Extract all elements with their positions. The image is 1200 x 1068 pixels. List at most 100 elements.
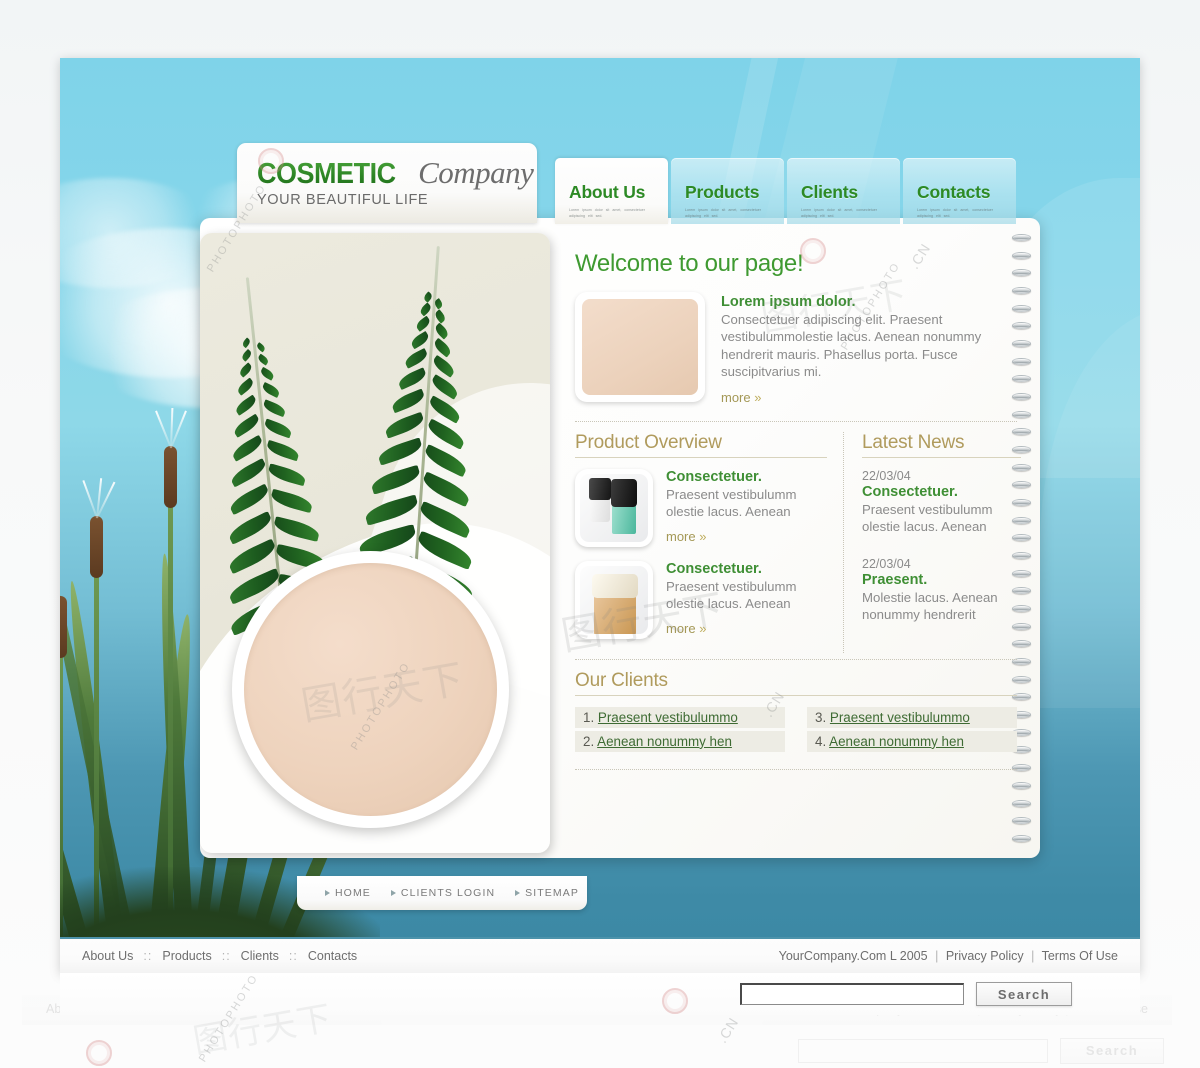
intro-lead: Lorem ipsum dolor. <box>721 294 856 310</box>
tab-label: About Us <box>569 182 646 202</box>
mini-nav-home[interactable]: HOME <box>325 887 371 899</box>
news-item[interactable]: 22/03/04 Praesent. Molestie lacus. Aenea… <box>862 557 1021 623</box>
product-text: Consectetuer. Praesent vestibulumm olest… <box>666 561 827 639</box>
more-label: more <box>666 621 696 636</box>
product-description: Praesent vestibulumm olestie lacus. Aene… <box>666 578 797 611</box>
search-input[interactable] <box>740 983 964 1005</box>
search-bar: Search <box>60 973 1140 1015</box>
main-navigation: About Us Lorem ipsum dolor sit amet, con… <box>555 158 1016 224</box>
section-divider <box>575 658 1017 660</box>
cream-tube-image <box>580 565 648 634</box>
intro-thumbnail-image <box>582 299 698 395</box>
mini-nav-clients-login[interactable]: CLIENTS LOGIN <box>390 887 496 899</box>
client-number: 3. <box>815 709 827 725</box>
watermark-ring <box>86 1040 112 1066</box>
intro-block: Lorem ipsum dolor. Consectetuer adipisci… <box>575 292 1027 407</box>
client-list-item[interactable]: 1. Praesent vestibulummo <box>575 706 785 728</box>
product-item[interactable]: Consectetuer. Praesent vestibulumm olest… <box>575 468 827 547</box>
footer-pipe: | <box>935 949 939 963</box>
news-description: Praesent vestibulumm olestie lacus. Aene… <box>862 501 993 534</box>
page-canvas: COSMETIC Company YOUR BEAUTIFUL LIFE Abo… <box>0 0 1200 1068</box>
news-description: Molestie lacus. Aenean nonummy hendrerit <box>862 590 998 623</box>
footer-link-about-us[interactable]: About Us <box>82 949 133 963</box>
footer-links: About Us :: Products :: Clients :: Conta… <box>82 949 357 963</box>
cream-product-circle <box>232 551 509 828</box>
client-link[interactable]: Praesent vestibulummo <box>598 710 738 725</box>
logo-primary-text: COSMETIC <box>257 158 396 190</box>
client-link[interactable]: Aenean nonummy hen <box>829 734 964 749</box>
tab-subtext: Lorem ipsum dolor sit amet, consectetuer… <box>917 208 993 218</box>
mini-nav-label: CLIENTS LOGIN <box>400 887 496 899</box>
mini-nav-label: HOME <box>335 887 371 899</box>
search-button[interactable]: Search <box>976 982 1072 1006</box>
triangle-bullet-icon <box>390 890 396 896</box>
ghost-search-bar: Search <box>0 1033 1200 1068</box>
nail-polish-image <box>580 473 648 542</box>
more-label: more <box>721 389 751 405</box>
tab-label: Clients <box>801 182 858 202</box>
ghost-search-button: Search <box>1060 1037 1164 1064</box>
product-title: Consectetuer. <box>666 560 762 577</box>
news-date: 22/03/04 <box>862 468 911 483</box>
tab-label: Products <box>685 182 760 202</box>
secondary-navigation: HOME CLIENTS LOGIN SITEMAP <box>297 876 587 910</box>
columns-wrapper: Product Overview Consectetuer. Praesent … <box>575 431 1027 653</box>
client-link[interactable]: Aenean nonummy hen <box>597 734 732 749</box>
latest-news-section: Latest News 22/03/04 Consectetuer. Praes… <box>843 431 1021 653</box>
title-underline <box>862 456 1021 458</box>
client-link[interactable]: Praesent vestibulummo <box>830 710 970 725</box>
product-thumbnail <box>575 468 653 547</box>
footer-link-clients[interactable]: Clients <box>241 949 279 963</box>
hero-illustration-panel <box>200 233 550 853</box>
client-number: 1. <box>583 709 595 725</box>
footer-separator: :: <box>143 949 153 963</box>
clients-column-left: 1. Praesent vestibulummo 2. Aenean nonum… <box>575 706 785 755</box>
logo: COSMETIC Company <box>257 155 537 191</box>
intro-text: Lorem ipsum dolor. Consectetuer adipisci… <box>721 292 1027 407</box>
client-list-item[interactable]: 2. Aenean nonummy hen <box>575 730 785 752</box>
cream-circle-fill <box>244 563 497 816</box>
news-title: Praesent. <box>862 572 928 588</box>
intro-more-link[interactable]: more » <box>721 390 761 405</box>
intro-thumbnail <box>575 292 705 402</box>
footer-legal: YourCompany.Com L 2005 | Privacy Policy … <box>779 949 1118 963</box>
mini-nav-sitemap[interactable]: SITEMAP <box>515 887 579 899</box>
product-more-link[interactable]: more » <box>666 621 706 636</box>
main-content: Welcome to our page! Lorem ipsum dolor. … <box>565 236 1027 836</box>
chevron-right-icon: » <box>695 621 707 636</box>
footer-link-products[interactable]: Products <box>162 949 211 963</box>
product-text: Consectetuer. Praesent vestibulumm olest… <box>666 469 827 547</box>
logo-tagline: YOUR BEAUTIFUL LIFE <box>257 192 429 208</box>
clients-column-right: 3. Praesent vestibulummo 4. Aenean nonum… <box>807 706 1017 755</box>
footer-separator: :: <box>221 949 231 963</box>
tab-about-us[interactable]: About Us Lorem ipsum dolor sit amet, con… <box>555 158 668 224</box>
tab-contacts[interactable]: Contacts Lorem ipsum dolor sit amet, con… <box>903 158 1016 224</box>
footer-separator: :: <box>288 949 298 963</box>
footer-pipe: | <box>1031 949 1035 963</box>
product-more-link[interactable]: more » <box>666 529 706 544</box>
mini-nav-label: SITEMAP <box>525 887 579 899</box>
more-label: more <box>666 529 696 544</box>
news-item[interactable]: 22/03/04 Consectetuer. Praesent vestibul… <box>862 469 1021 535</box>
tab-subtext: Lorem ipsum dolor sit amet, consectetuer… <box>801 208 877 218</box>
client-list-item[interactable]: 3. Praesent vestibulummo <box>807 706 1017 728</box>
tab-clients[interactable]: Clients Lorem ipsum dolor sit amet, cons… <box>787 158 900 224</box>
privacy-policy-link[interactable]: Privacy Policy <box>946 949 1024 963</box>
product-title: Consectetuer. <box>666 468 762 485</box>
logo-card[interactable]: COSMETIC Company YOUR BEAUTIFUL LIFE <box>237 143 537 223</box>
site-frame: COSMETIC Company YOUR BEAUTIFUL LIFE Abo… <box>60 58 1140 973</box>
tab-subtext: Lorem ipsum dolor sit amet, consectetuer… <box>685 208 761 218</box>
client-list-item[interactable]: 4. Aenean nonummy hen <box>807 730 1017 752</box>
tab-products[interactable]: Products Lorem ipsum dolor sit amet, con… <box>671 158 784 224</box>
product-item[interactable]: Consectetuer. Praesent vestibulumm olest… <box>575 560 827 639</box>
product-thumbnail <box>575 560 653 639</box>
copyright-text: YourCompany.Com L 2005 <box>778 949 928 963</box>
footer-bar: About Us :: Products :: Clients :: Conta… <box>60 937 1140 973</box>
terms-of-use-link[interactable]: Terms Of Use <box>1042 949 1118 963</box>
our-clients-title: Our Clients <box>575 669 668 691</box>
logo-secondary-text: Company <box>418 155 534 190</box>
footer-link-contacts[interactable]: Contacts <box>308 949 357 963</box>
triangle-bullet-icon <box>325 890 330 896</box>
page-title: Welcome to our page! <box>575 250 804 277</box>
latest-news-title: Latest News <box>862 431 965 453</box>
